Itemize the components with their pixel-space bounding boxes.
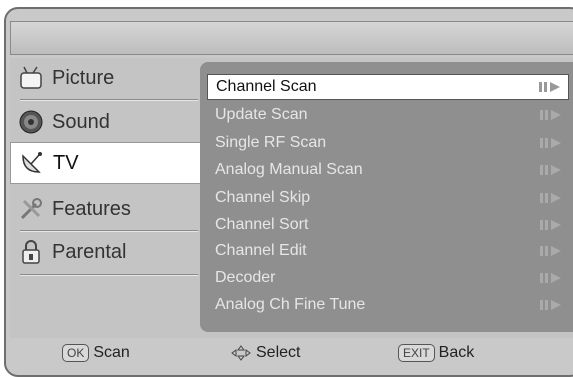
menu-item-label: Channel Sort bbox=[215, 216, 309, 233]
menu-item-label: Update Scan bbox=[215, 106, 308, 123]
sidebar-item-label: Parental bbox=[52, 240, 127, 263]
arrow-right-icon bbox=[540, 220, 561, 230]
sidebar-item-sound[interactable]: Sound bbox=[10, 102, 198, 142]
sidebar-item-tv[interactable]: TV bbox=[10, 142, 210, 184]
satellite-dish-icon bbox=[19, 150, 45, 176]
sidebar: Picture Sound TV Features Parental bbox=[10, 58, 210, 338]
sidebar-item-label: Picture bbox=[52, 66, 115, 89]
select-hint: Select bbox=[230, 344, 300, 362]
sidebar-item-features[interactable]: Features bbox=[10, 189, 198, 229]
padlock-icon bbox=[18, 239, 44, 265]
exit-hint-label: Back bbox=[438, 344, 475, 361]
menu-item-analog-manual-scan[interactable]: Analog Manual Scan bbox=[207, 157, 569, 183]
arrow-right-icon bbox=[540, 110, 561, 120]
arrow-right-icon bbox=[540, 138, 561, 148]
menu-item-label: Analog Ch Fine Tune bbox=[215, 296, 366, 313]
menu-item-analog-ch-fine-tune[interactable]: Analog Ch Fine Tune bbox=[207, 292, 569, 318]
sidebar-item-parental[interactable]: Parental bbox=[10, 232, 198, 272]
speaker-icon bbox=[18, 109, 44, 135]
sidebar-item-label: Sound bbox=[52, 110, 110, 133]
menu-item-label: Channel Skip bbox=[215, 189, 311, 206]
tools-icon bbox=[18, 196, 44, 222]
title-bar bbox=[10, 21, 573, 55]
menu-item-label: Analog Manual Scan bbox=[215, 161, 363, 178]
menu-item-channel-skip[interactable]: Channel Skip bbox=[207, 185, 569, 211]
footer-hints: OK Scan Select EXIT Back bbox=[10, 338, 573, 368]
sidebar-item-label: TV bbox=[53, 151, 79, 174]
arrow-right-icon bbox=[540, 273, 561, 283]
arrow-right-icon bbox=[540, 165, 561, 175]
arrow-right-icon bbox=[540, 300, 561, 310]
arrow-right-icon bbox=[540, 193, 561, 203]
menu-item-decoder[interactable]: Decoder bbox=[207, 265, 569, 291]
sidebar-item-picture[interactable]: Picture bbox=[10, 58, 198, 98]
divider bbox=[20, 99, 198, 101]
arrow-right-icon bbox=[539, 82, 560, 92]
ok-hint-label: Scan bbox=[93, 344, 130, 361]
arrow-right-icon bbox=[540, 246, 561, 256]
exit-hint: EXIT Back bbox=[398, 344, 474, 362]
menu-item-single-rf-scan[interactable]: Single RF Scan bbox=[207, 130, 569, 156]
navigation-arrows-icon bbox=[231, 345, 251, 361]
exit-key: EXIT bbox=[398, 344, 435, 362]
sidebar-item-label: Features bbox=[52, 197, 131, 220]
menu-item-label: Channel Scan bbox=[216, 78, 317, 95]
divider bbox=[20, 274, 198, 276]
ok-key: OK bbox=[62, 344, 90, 362]
menu-item-channel-sort[interactable]: Channel Sort bbox=[207, 212, 569, 238]
menu-item-label: Single RF Scan bbox=[215, 134, 327, 151]
select-hint-label: Select bbox=[256, 344, 301, 361]
ok-hint: OK Scan bbox=[62, 344, 130, 362]
menu-item-channel-scan[interactable]: Channel Scan bbox=[207, 74, 569, 100]
menu-item-label: Channel Edit bbox=[215, 242, 307, 259]
menu-item-label: Decoder bbox=[215, 269, 276, 286]
menu-item-update-scan[interactable]: Update Scan bbox=[207, 102, 569, 128]
tv-set-icon bbox=[18, 65, 44, 91]
menu-item-channel-edit[interactable]: Channel Edit bbox=[207, 238, 569, 264]
